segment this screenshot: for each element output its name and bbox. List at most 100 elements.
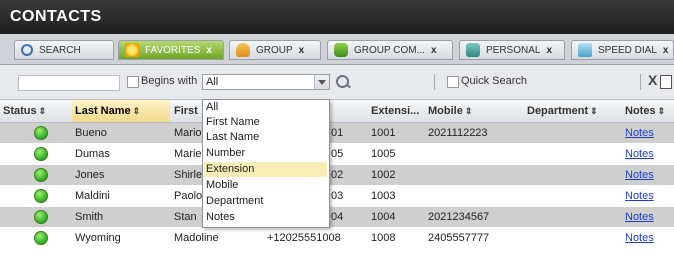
column-label: Mobile bbox=[428, 105, 463, 117]
close-icon[interactable]: x bbox=[663, 45, 669, 56]
quick-search-checkbox[interactable] bbox=[447, 76, 459, 88]
column-department[interactable]: Department ⇕ bbox=[527, 105, 598, 117]
filter-dropdown-list: All First Name Last Name Number Extensio… bbox=[202, 99, 330, 228]
notes-link[interactable]: Notes bbox=[625, 232, 654, 244]
group-icon bbox=[236, 43, 250, 57]
cell-mobile: 2021112223 bbox=[428, 127, 488, 139]
cell-last-name: Jones bbox=[75, 169, 105, 181]
column-mobile[interactable]: Mobile ⇕ bbox=[428, 105, 472, 117]
close-icon[interactable]: x bbox=[546, 45, 552, 56]
contacts-header: CONTACTS bbox=[0, 0, 674, 34]
filter-option-all[interactable]: All bbox=[204, 100, 327, 115]
sort-icon: ⇕ bbox=[464, 106, 473, 116]
filter-option-mobile[interactable]: Mobile bbox=[204, 178, 327, 193]
column-label: Last Name bbox=[75, 105, 131, 117]
tab-search[interactable]: SEARCH bbox=[14, 40, 114, 60]
table-row[interactable]: Jones Shirley 02 1002 Notes bbox=[0, 165, 674, 186]
cell-last-name: Smith bbox=[75, 211, 104, 223]
filter-select[interactable]: All bbox=[202, 74, 330, 90]
column-label: First bbox=[174, 105, 198, 117]
sort-icon: ⇕ bbox=[657, 106, 666, 116]
personal-icon bbox=[466, 43, 480, 57]
cell-first-name: Marie bbox=[174, 148, 202, 160]
status-online-icon bbox=[34, 168, 48, 182]
tab-label: GROUP COM... bbox=[354, 44, 425, 56]
search-input[interactable] bbox=[18, 75, 120, 91]
cell-number: +12025551008 bbox=[267, 232, 341, 244]
tab-label: SEARCH bbox=[39, 44, 81, 56]
column-first-name[interactable]: First bbox=[174, 105, 198, 117]
cell-last-name: Dumas bbox=[75, 148, 110, 160]
tab-label: SPEED DIAL bbox=[598, 44, 657, 56]
close-icon[interactable]: x bbox=[206, 45, 212, 56]
column-label: Extensi... bbox=[371, 105, 420, 117]
cell-extension: 1005 bbox=[371, 148, 396, 160]
column-extension[interactable]: Extensi... bbox=[371, 105, 419, 117]
cell-last-name: Maldini bbox=[75, 190, 110, 202]
notes-link[interactable]: Notes bbox=[625, 211, 654, 223]
filter-option-last-name[interactable]: Last Name bbox=[204, 130, 327, 145]
filter-option-number[interactable]: Number bbox=[204, 146, 327, 161]
table-row[interactable]: Maldini Paolo 03 1003 Notes bbox=[0, 186, 674, 207]
group-communicator-icon bbox=[334, 43, 348, 57]
begins-with-checkbox[interactable] bbox=[127, 76, 139, 88]
table-row[interactable]: Smith Stan 04 1004 2021234567 Notes bbox=[0, 207, 674, 228]
column-label: Department bbox=[527, 105, 589, 117]
tab-personal[interactable]: PERSONAL x bbox=[459, 40, 565, 60]
copy-icon[interactable] bbox=[660, 75, 672, 89]
speed-dial-icon bbox=[578, 43, 592, 57]
cell-extension: 1001 bbox=[371, 127, 396, 139]
cell-mobile: 2021234567 bbox=[428, 211, 490, 223]
chevron-down-icon[interactable] bbox=[314, 75, 329, 89]
filter-option-extension[interactable]: Extension bbox=[204, 162, 327, 177]
status-online-icon bbox=[34, 210, 48, 224]
search-icon[interactable] bbox=[336, 75, 349, 88]
cell-number: 01 bbox=[331, 127, 344, 139]
column-notes[interactable]: Notes ⇕ bbox=[625, 105, 665, 117]
tab-group[interactable]: GROUP x bbox=[229, 40, 321, 60]
cell-first-name: Stan bbox=[174, 211, 197, 223]
notes-link[interactable]: Notes bbox=[625, 127, 654, 139]
cell-first-name: Paolo bbox=[174, 190, 203, 202]
close-icon[interactable]: x bbox=[299, 45, 305, 56]
tab-speed-dial[interactable]: SPEED DIAL x bbox=[571, 40, 674, 60]
search-toolbar: Begins with All Quick Search X bbox=[0, 65, 674, 100]
cell-extension: 1004 bbox=[371, 211, 396, 223]
tab-bar: SEARCH FAVORITES x GROUP x GROUP COM... … bbox=[0, 34, 674, 65]
column-status[interactable]: Status ⇕ bbox=[3, 105, 46, 117]
notes-link[interactable]: Notes bbox=[625, 169, 654, 181]
table-row[interactable]: Dumas Marie 05 1005 Notes bbox=[0, 144, 674, 165]
table-row[interactable]: Wyoming Madoline +12025551008 1008 24055… bbox=[0, 228, 674, 249]
divider bbox=[434, 74, 435, 90]
begins-with-label: Begins with bbox=[141, 75, 198, 87]
filter-selected-value: All bbox=[206, 76, 219, 88]
cell-extension: 1003 bbox=[371, 190, 396, 202]
cell-first-name: Madoline bbox=[174, 232, 219, 244]
filter-option-department[interactable]: Department bbox=[204, 194, 327, 209]
sort-icon: ⇕ bbox=[590, 106, 598, 116]
quick-search-label: Quick Search bbox=[461, 75, 528, 87]
table-row[interactable]: Bueno Mario 01 1001 2021112223 Notes bbox=[0, 123, 674, 144]
tab-label: PERSONAL bbox=[486, 44, 541, 56]
status-online-icon bbox=[34, 147, 48, 161]
status-online-icon bbox=[34, 231, 48, 245]
tab-label: GROUP bbox=[256, 44, 293, 56]
notes-link[interactable]: Notes bbox=[625, 190, 654, 202]
notes-link[interactable]: Notes bbox=[625, 148, 654, 160]
close-icon[interactable]: x bbox=[431, 45, 437, 56]
tab-group-communicator[interactable]: GROUP COM... x bbox=[327, 40, 453, 60]
status-online-icon bbox=[34, 189, 48, 203]
divider bbox=[640, 74, 641, 90]
clear-search-icon[interactable]: X bbox=[648, 72, 657, 88]
cell-extension: 1002 bbox=[371, 169, 396, 181]
filter-option-first-name[interactable]: First Name bbox=[204, 115, 327, 130]
cell-last-name: Wyoming bbox=[75, 232, 121, 244]
cell-number: 03 bbox=[331, 190, 344, 202]
cell-mobile: 2405557777 bbox=[428, 232, 490, 244]
cell-number: 05 bbox=[331, 148, 344, 160]
column-last-name[interactable]: Last Name ⇕ bbox=[75, 105, 140, 117]
filter-option-notes[interactable]: Notes bbox=[204, 210, 327, 225]
tab-favorites[interactable]: FAVORITES x bbox=[118, 40, 224, 60]
sort-icon: ⇕ bbox=[38, 106, 47, 116]
cell-extension: 1008 bbox=[371, 232, 396, 244]
